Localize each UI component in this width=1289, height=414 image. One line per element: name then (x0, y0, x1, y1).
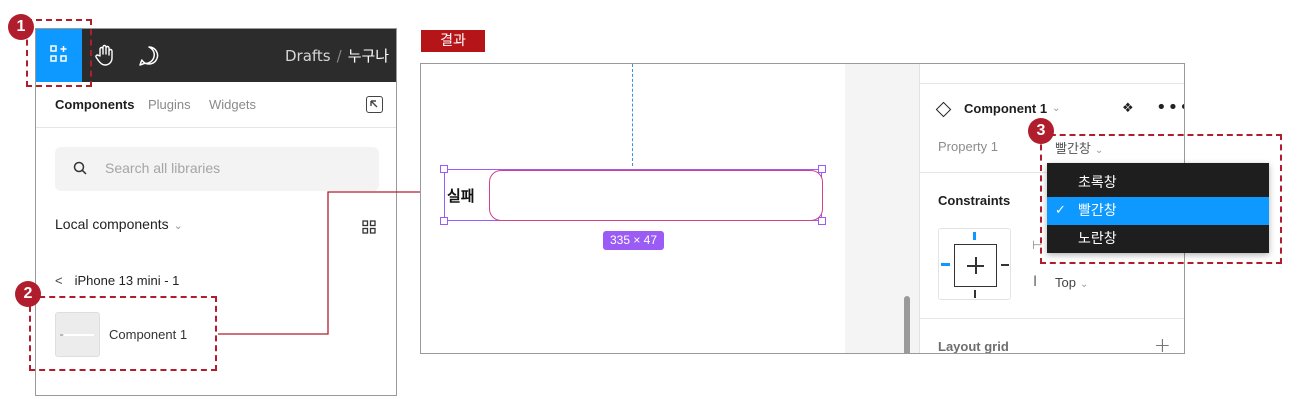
callout-box-3 (1040, 134, 1282, 264)
component-title[interactable]: Component 1 (964, 101, 1047, 116)
resize-handle[interactable] (818, 217, 826, 225)
layout-grid-title: Layout grid (938, 339, 1009, 354)
constraint-top[interactable] (973, 232, 976, 240)
vertical-constraint-select[interactable]: Top ⌄ (1055, 275, 1088, 290)
field-label: 실패 (447, 187, 475, 205)
guide-line (632, 64, 633, 166)
plus-icon[interactable]: + (1154, 333, 1171, 353)
vertical-constraint-value: Top (1055, 275, 1076, 290)
step-marker-3: 3 (1028, 118, 1054, 144)
resize-handle[interactable] (818, 165, 826, 173)
constraint-bottom[interactable] (974, 290, 976, 298)
vertical-constraint-icon: I (1033, 274, 1038, 290)
resize-handle[interactable] (440, 217, 448, 225)
constraint-right[interactable] (1001, 264, 1009, 266)
design-canvas[interactable]: 실패 335 × 47 (421, 64, 845, 353)
resize-handle[interactable] (440, 165, 448, 173)
chevron-down-icon: ⌄ (1079, 279, 1089, 290)
property-label: Property 1 (938, 139, 998, 154)
size-badge: 335 × 47 (603, 231, 664, 250)
selected-instance[interactable]: 실패 (440, 165, 826, 225)
canvas-scrollbar[interactable] (904, 296, 910, 353)
constraints-title: Constraints (938, 193, 1011, 208)
constraint-widget[interactable] (938, 228, 1011, 300)
instance-icon[interactable]: ❖ (1122, 101, 1134, 116)
component-diamond-icon (935, 101, 952, 118)
chevron-down-icon[interactable]: ⌄ (1052, 103, 1060, 114)
more-icon[interactable]: ••• (1156, 97, 1184, 118)
constraint-left[interactable] (941, 263, 950, 266)
result-label: 결과 (421, 30, 485, 52)
text-field-box (489, 170, 823, 221)
component-header: Component 1 ⌄ ❖ ••• (935, 97, 1184, 121)
constraint-center[interactable] (954, 244, 997, 287)
